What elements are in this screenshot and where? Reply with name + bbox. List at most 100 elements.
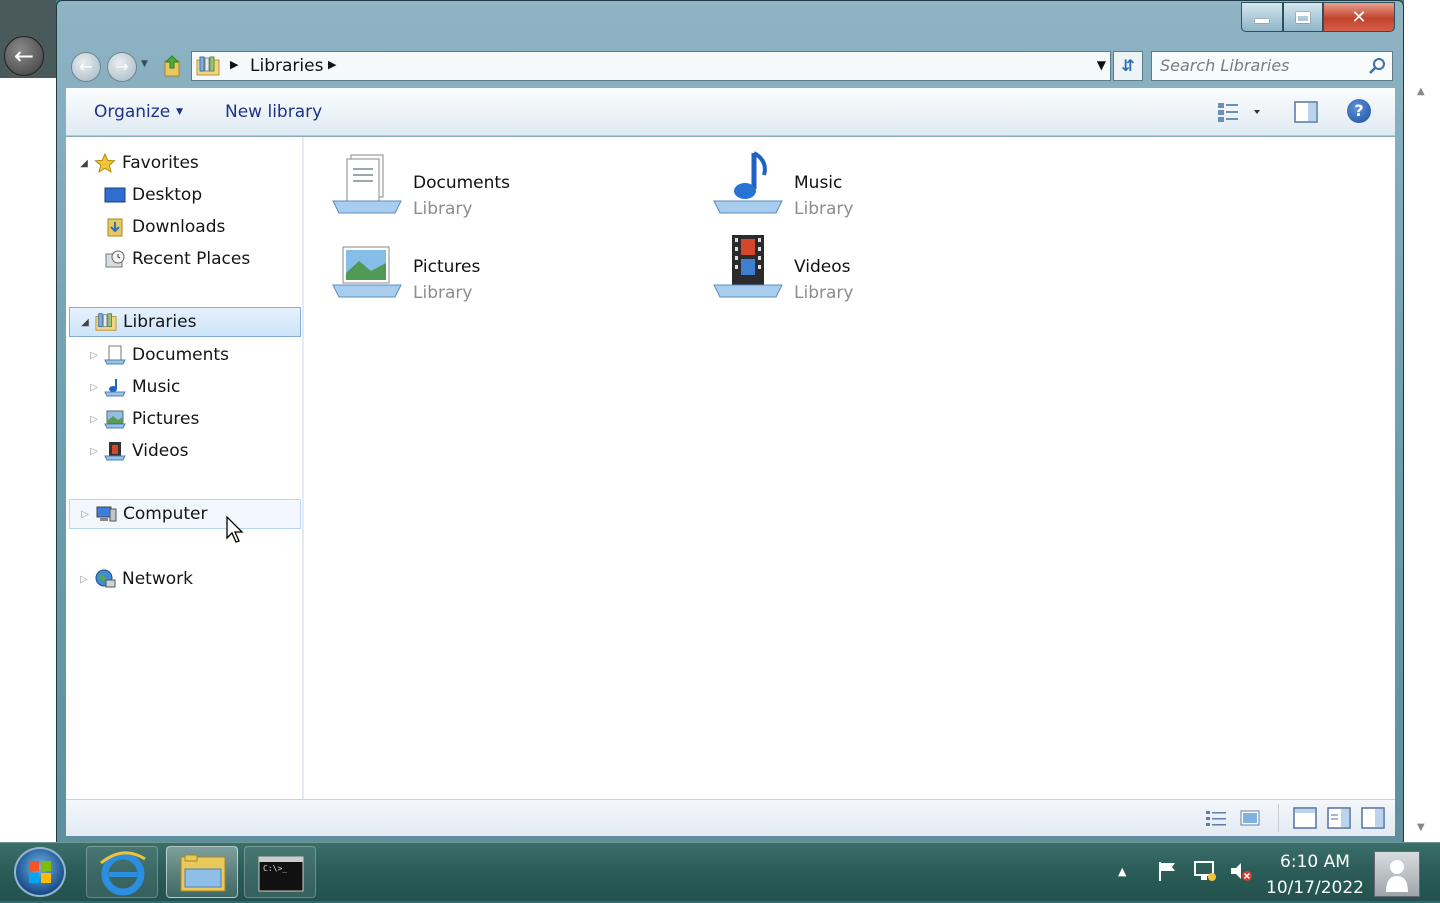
taskbar-windows-explorer[interactable] bbox=[166, 846, 238, 898]
address-dropdown-icon[interactable]: ▼ bbox=[1097, 58, 1106, 72]
search-box[interactable] bbox=[1151, 51, 1393, 81]
documents-library-icon bbox=[104, 345, 126, 365]
nav-computer-label: Computer bbox=[123, 504, 208, 524]
computer-icon bbox=[96, 506, 117, 522]
documents-library-icon bbox=[332, 154, 402, 214]
layout-icon[interactable] bbox=[1292, 805, 1318, 831]
scroll-down-icon[interactable]: ▼ bbox=[1417, 822, 1425, 833]
nav-libraries-label: Libraries bbox=[123, 312, 197, 332]
background-window-page-right bbox=[1404, 0, 1440, 842]
taskbar-internet-explorer[interactable] bbox=[86, 846, 158, 898]
address-bar[interactable]: ▶ Libraries ▶ ▼ bbox=[191, 51, 1111, 81]
nav-libraries-music[interactable]: ▷ Music bbox=[88, 372, 180, 402]
nav-favorites-recent-places[interactable]: Recent Places bbox=[100, 244, 250, 274]
downloads-folder-icon bbox=[107, 218, 123, 237]
close-button[interactable]: ✕ bbox=[1323, 2, 1395, 32]
nav-libraries-videos[interactable]: ▷ Videos bbox=[88, 436, 189, 466]
large-icons-view-icon[interactable] bbox=[1238, 808, 1262, 828]
back-button[interactable]: ← bbox=[71, 52, 101, 82]
recent-pages-dropdown[interactable]: ▼ bbox=[141, 59, 148, 69]
taskbar-command-prompt[interactable]: C:\>_ bbox=[244, 846, 316, 898]
nav-item-label: Recent Places bbox=[132, 249, 251, 269]
nav-favorites[interactable]: ◢ Favorites bbox=[78, 148, 199, 178]
command-bar: Organize ▼ New library ? bbox=[66, 88, 1395, 136]
library-name: Documents bbox=[413, 173, 510, 193]
nav-item-label: Videos bbox=[132, 441, 189, 461]
maximize-button[interactable] bbox=[1283, 2, 1323, 32]
expand-icon[interactable]: ▷ bbox=[88, 350, 100, 361]
clock-date[interactable]: 10/17/2022 bbox=[1260, 878, 1370, 898]
user-tile-button[interactable] bbox=[1374, 851, 1420, 897]
close-icon: ✕ bbox=[1351, 6, 1367, 28]
videos-library-icon bbox=[713, 235, 783, 298]
nav-item-label: Desktop bbox=[132, 185, 203, 205]
libraries-icon bbox=[95, 313, 117, 331]
maximize-icon bbox=[1296, 11, 1310, 23]
scroll-up-icon[interactable]: ▲ bbox=[1417, 86, 1425, 97]
breadcrumb-separator-icon[interactable]: ▶ bbox=[328, 58, 336, 71]
nav-libraries[interactable]: ◢ Libraries bbox=[69, 307, 301, 337]
desktop-icon bbox=[104, 187, 126, 203]
volume-muted-icon[interactable] bbox=[1228, 859, 1254, 883]
change-view-icon[interactable] bbox=[1214, 100, 1266, 124]
action-center-flag-icon[interactable] bbox=[1156, 859, 1180, 883]
preview-pane-toggle-icon[interactable] bbox=[1360, 805, 1386, 831]
forward-button[interactable]: → bbox=[107, 52, 137, 82]
search-icon[interactable] bbox=[1368, 57, 1386, 75]
organize-button[interactable]: Organize ▼ bbox=[94, 102, 183, 122]
library-tile-documents[interactable]: Documents Library bbox=[331, 149, 671, 229]
breadcrumb-separator-icon[interactable]: ▶ bbox=[230, 58, 238, 71]
svg-text:C:\>_: C:\>_ bbox=[263, 864, 287, 873]
start-button[interactable] bbox=[14, 847, 66, 897]
folder-up-icon[interactable] bbox=[163, 55, 181, 77]
organize-label: Organize bbox=[94, 102, 171, 122]
expand-icon[interactable]: ▷ bbox=[88, 382, 100, 393]
new-library-button[interactable]: New library bbox=[225, 102, 322, 122]
minimize-button[interactable] bbox=[1241, 2, 1283, 32]
nav-network-label: Network bbox=[122, 569, 193, 589]
nav-network[interactable]: ▷ Network bbox=[78, 564, 193, 594]
libraries-icon bbox=[196, 56, 220, 76]
expand-icon[interactable]: ▷ bbox=[88, 414, 100, 425]
refresh-button[interactable]: ⇵ bbox=[1113, 51, 1143, 81]
taskbar: C:\>_ ▲ 6:10 AM 10/17/2022 bbox=[0, 842, 1440, 901]
explorer-body: ◢ Favorites Desktop Downloads Recent Pla… bbox=[66, 137, 1395, 799]
nav-favorites-downloads[interactable]: Downloads bbox=[100, 212, 225, 242]
gear-icon[interactable]: ⚙ bbox=[1408, 44, 1430, 68]
library-tile-videos[interactable]: Videos Library bbox=[712, 233, 1052, 313]
nav-libraries-documents[interactable]: ▷ Documents bbox=[88, 340, 229, 370]
details-pane-icon[interactable] bbox=[1326, 805, 1352, 831]
expand-icon[interactable]: ▷ bbox=[78, 574, 90, 585]
command-prompt-icon: C:\>_ bbox=[258, 856, 304, 892]
navigation-pane: ◢ Favorites Desktop Downloads Recent Pla… bbox=[66, 137, 304, 799]
show-hidden-icons-icon[interactable]: ▲ bbox=[1118, 865, 1126, 878]
videos-library-icon bbox=[104, 442, 126, 461]
background-back-button[interactable]: ← bbox=[4, 36, 44, 76]
nav-item-label: Pictures bbox=[132, 409, 200, 429]
preview-pane-icon[interactable] bbox=[1294, 100, 1318, 124]
network-status-icon[interactable] bbox=[1192, 859, 1218, 883]
library-tile-pictures[interactable]: Pictures Library bbox=[331, 233, 671, 313]
background-window-page bbox=[0, 78, 56, 842]
breadcrumb-libraries[interactable]: Libraries bbox=[250, 56, 323, 76]
library-name: Music bbox=[794, 173, 843, 193]
network-globe-icon bbox=[95, 569, 116, 588]
details-view-icon[interactable] bbox=[1204, 808, 1228, 828]
library-tile-music[interactable]: Music Library bbox=[712, 149, 1052, 229]
library-type: Library bbox=[413, 283, 473, 303]
help-icon[interactable]: ? bbox=[1347, 99, 1371, 123]
music-library-icon bbox=[713, 151, 783, 214]
nav-libraries-pictures[interactable]: ▷ Pictures bbox=[88, 404, 199, 434]
expand-icon[interactable]: ▷ bbox=[88, 446, 100, 457]
collapse-icon[interactable]: ◢ bbox=[79, 317, 91, 328]
nav-computer[interactable]: ▷ Computer bbox=[69, 499, 301, 529]
clock-time[interactable]: 6:10 AM bbox=[1260, 852, 1370, 872]
user-icon bbox=[1386, 860, 1408, 892]
expand-icon[interactable]: ▷ bbox=[79, 509, 91, 520]
library-name: Pictures bbox=[413, 257, 481, 277]
collapse-icon[interactable]: ◢ bbox=[78, 158, 90, 169]
music-library-icon bbox=[104, 379, 126, 397]
nav-favorites-desktop[interactable]: Desktop bbox=[100, 180, 202, 210]
window-controls: ✕ bbox=[1241, 2, 1395, 32]
search-input[interactable] bbox=[1160, 56, 1360, 75]
